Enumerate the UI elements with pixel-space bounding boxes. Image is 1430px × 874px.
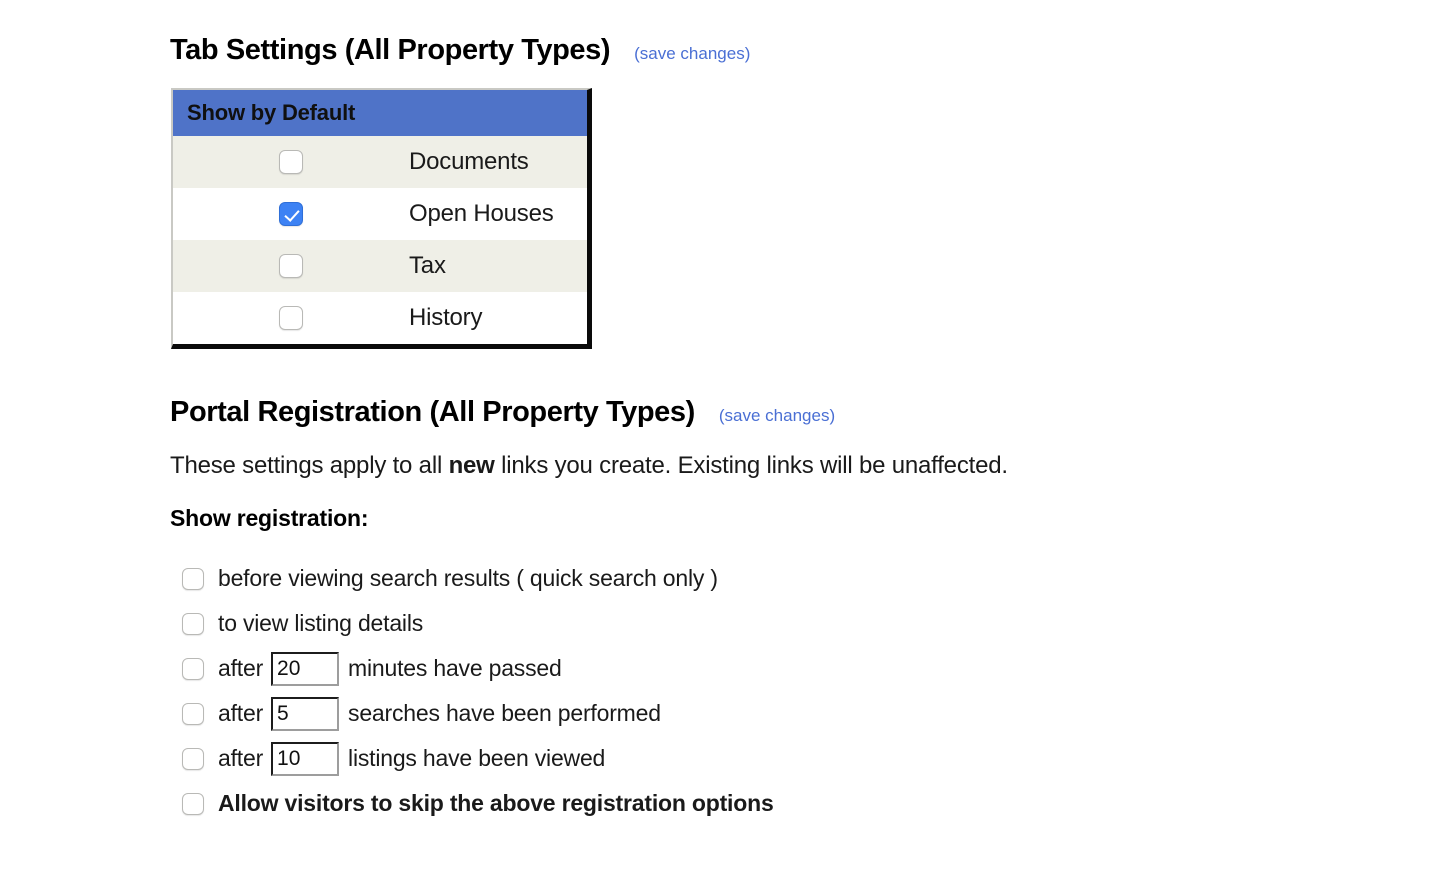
checkbox-tax[interactable]: [279, 254, 303, 278]
registration-option-row[interactable]: after searches have been performed: [182, 691, 774, 736]
registration-option-prefix: after: [218, 745, 264, 771]
checkbox-allow-skip-registration[interactable]: [182, 792, 204, 815]
intro-text-before: These settings apply to all: [170, 452, 449, 479]
checkbox-before-viewing-search-results[interactable]: [182, 567, 204, 590]
table-row-label: Open Houses: [409, 200, 554, 227]
table-row-label: Documents: [409, 148, 529, 175]
registration-option-prefix: after: [218, 655, 264, 681]
registration-options-list: before viewing search results ( quick se…: [182, 556, 774, 826]
table-cell-checkbox: [173, 306, 409, 330]
registration-option-row[interactable]: after listings have been viewed: [182, 736, 774, 781]
checkbox-history[interactable]: [279, 306, 303, 330]
checkbox-after-minutes-passed[interactable]: [182, 657, 204, 680]
tab-settings-heading: Tab Settings (All Property Types) (save …: [170, 34, 750, 67]
portal-registration-heading: Portal Registration (All Property Types)…: [170, 396, 835, 429]
table-cell-checkbox: [173, 202, 409, 226]
registration-option-row[interactable]: before viewing search results ( quick se…: [182, 556, 774, 601]
registration-option-label: before viewing search results ( quick se…: [218, 565, 718, 591]
table-row[interactable]: Tax: [173, 240, 587, 292]
table-row[interactable]: Documents: [173, 136, 587, 188]
table-row-label: Tax: [409, 252, 446, 279]
registration-option-label: Allow visitors to skip the above registr…: [218, 790, 774, 816]
listings-input[interactable]: [271, 741, 340, 776]
registration-option-row[interactable]: Allow visitors to skip the above registr…: [182, 781, 774, 826]
portal-registration-title: Portal Registration (All Property Types): [170, 396, 695, 428]
table-cell-checkbox: [173, 150, 409, 174]
table-header-row: Show by Default: [173, 90, 587, 136]
portal-registration-intro: These settings apply to all new links yo…: [170, 452, 1008, 480]
registration-option-prefix: after: [218, 700, 264, 726]
registration-option-suffix: listings have been viewed: [348, 745, 606, 771]
table-row[interactable]: Open Houses: [173, 188, 587, 240]
tab-settings-save-changes-link[interactable]: (save changes): [634, 44, 750, 64]
registration-option-suffix: searches have been performed: [348, 700, 661, 726]
table-header-label: Show by Default: [187, 100, 356, 125]
checkbox-documents[interactable]: [279, 150, 303, 174]
intro-text-emphasis: new: [448, 452, 495, 479]
registration-option-label: to view listing details: [218, 610, 424, 636]
intro-text-after: links you create. Existing links will be…: [494, 452, 1008, 479]
show-by-default-table: Show by Default Documents Open Houses Ta…: [171, 88, 592, 349]
checkbox-open-houses[interactable]: [279, 202, 303, 226]
checkbox-to-view-listing-details[interactable]: [182, 612, 204, 635]
registration-option-row[interactable]: after minutes have passed: [182, 646, 774, 691]
table-row-label: History: [409, 304, 483, 331]
tab-settings-title: Tab Settings (All Property Types): [170, 34, 611, 66]
show-registration-label: Show registration:: [170, 505, 369, 531]
checkbox-after-searches-performed[interactable]: [182, 702, 204, 725]
checkbox-after-listings-viewed[interactable]: [182, 747, 204, 770]
searches-input[interactable]: [271, 696, 340, 731]
settings-page: Tab Settings (All Property Types) (save …: [0, 0, 1430, 874]
table-row[interactable]: History: [173, 292, 587, 344]
table-cell-checkbox: [173, 254, 409, 278]
registration-option-suffix: minutes have passed: [348, 655, 562, 681]
portal-registration-save-changes-link[interactable]: (save changes): [719, 406, 835, 426]
minutes-input[interactable]: [271, 651, 340, 686]
registration-option-row[interactable]: to view listing details: [182, 601, 774, 646]
